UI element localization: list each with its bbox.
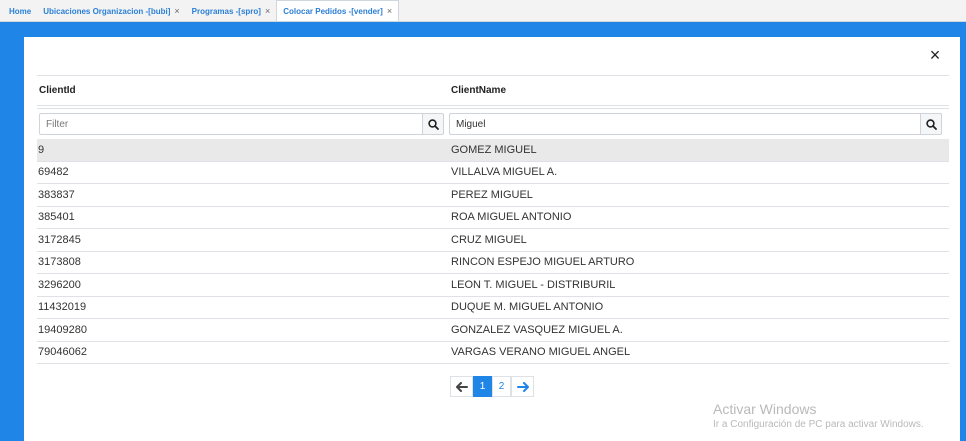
client-grid: ClientId ClientName 9 GOMEZ MIGUEL 69482 V… [37,75,949,364]
table-row[interactable]: 11432019 DUQUE M. MIGUEL ANTONIO [37,297,949,319]
previous-page-icon[interactable] [450,376,473,397]
client-id-cell: 9 [38,143,45,156]
client-id-cell: 3172845 [38,233,81,246]
tab-ubicaciones-organizacion[interactable]: Ubicaciones Organizacion -[bubi] × [37,1,185,21]
filter-row [37,108,949,139]
table-row[interactable]: 9 GOMEZ MIGUEL [37,139,949,162]
next-page-icon[interactable] [511,376,534,397]
client-name-filter-input[interactable] [449,113,920,135]
client-id-filter-input[interactable] [39,113,422,135]
table-row[interactable]: 383837 PEREZ MIGUEL [37,184,949,207]
client-id-cell: 19409280 [38,323,87,336]
page-button-1[interactable]: 1 [473,376,492,397]
tab-home[interactable]: Home [3,1,37,21]
client-name-cell: CRUZ MIGUEL [451,233,527,246]
tab-label: Home [9,6,32,16]
table-row[interactable]: 3172845 CRUZ MIGUEL [37,229,949,252]
tab-close-icon[interactable]: × [387,6,392,16]
grid-header-row: ClientId ClientName [37,76,949,106]
client-name-cell: ROA MIGUEL ANTONIO [451,211,572,224]
table-row[interactable]: 69482 VILLALVA MIGUEL A. [37,162,949,184]
client-id-cell: 3173808 [38,256,81,269]
client-id-filter [39,113,447,135]
client-id-cell: 69482 [38,166,69,179]
tab-colocar-pedidos[interactable]: Colocar Pedidos -[vender] × [276,0,400,21]
tab-bar: Home Ubicaciones Organizacion -[bubi] × P… [0,0,966,22]
column-header-client-id[interactable]: ClientId [37,85,450,96]
tab-label: Programas -[spro] [191,6,261,16]
page-button-2[interactable]: 2 [492,376,511,397]
client-name-filter [449,113,942,135]
tab-label: Ubicaciones Organizacion -[bubi] [43,6,171,16]
client-name-cell: RINCON ESPEJO MIGUEL ARTURO [451,256,635,269]
column-header-client-name[interactable]: ClientName [450,85,949,96]
tab-close-icon[interactable]: × [174,6,179,16]
watermark-title: Activar Windows [713,401,817,417]
table-row[interactable]: 385401 ROA MIGUEL ANTONIO [37,207,949,229]
table-row[interactable]: 3296200 LEON T. MIGUEL - DISTRIBURIL [37,274,949,297]
table-row[interactable]: 79046062 VARGAS VERANO MIGUEL ANGEL [37,342,949,364]
search-icon[interactable] [422,113,444,135]
client-name-cell: LEON T. MIGUEL - DISTRIBURIL [451,278,616,291]
client-name-cell: DUQUE M. MIGUEL ANTONIO [451,301,604,314]
watermark-subtitle: Ir a Configuración de PC para activar Wi… [713,419,924,430]
client-id-cell: 11432019 [38,301,87,314]
client-name-cell: GOMEZ MIGUEL [451,143,537,156]
close-icon[interactable]: × [927,46,943,64]
search-icon[interactable] [920,113,942,135]
windows-activation-watermark: Activar Windows Ir a Configuración de PC… [713,401,924,430]
table-row[interactable]: 3173808 RINCON ESPEJO MIGUEL ARTURO [37,252,949,274]
client-name-cell: VILLALVA MIGUEL A. [451,166,558,179]
table-row[interactable]: 19409280 GONZALEZ VASQUEZ MIGUEL A. [37,319,949,342]
client-name-cell: PEREZ MIGUEL [451,188,533,201]
tab-label: Colocar Pedidos -[vender] [283,6,383,16]
client-id-cell: 385401 [38,211,75,224]
pagination: 1 2 [450,376,534,397]
client-id-cell: 383837 [38,188,75,201]
client-id-cell: 3296200 [38,278,81,291]
tab-close-icon[interactable]: × [265,6,270,16]
client-search-modal: × ClientId ClientName 9 GOMEZ MIGUEL 6948… [24,37,960,441]
client-name-cell: GONZALEZ VASQUEZ MIGUEL A. [451,323,623,336]
client-name-cell: VARGAS VERANO MIGUEL ANGEL [451,346,631,359]
client-id-cell: 79046062 [38,346,87,359]
tab-programas[interactable]: Programas -[spro] × [186,1,277,21]
